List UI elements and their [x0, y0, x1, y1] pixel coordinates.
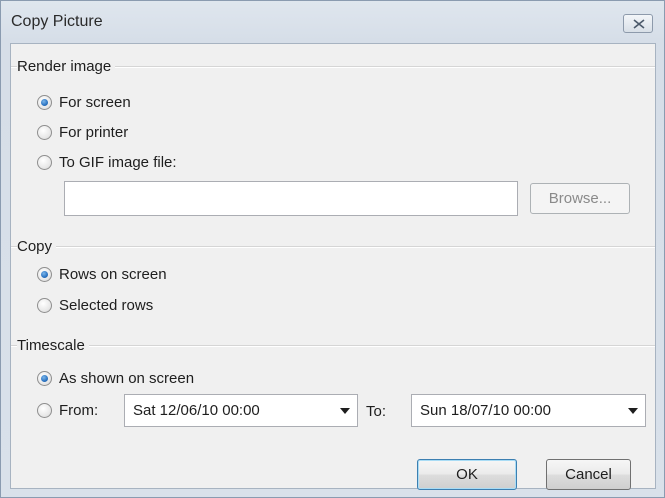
to-date-value: Sun 18/07/10 00:00: [420, 402, 551, 419]
timescale-group-label: Timescale: [17, 337, 89, 354]
as-shown-on-screen-option[interactable]: As shown on screen: [37, 368, 194, 388]
as-shown-on-screen-radio[interactable]: [37, 370, 52, 386]
selected-rows-label: Selected rows: [59, 296, 154, 314]
rows-on-screen-radio[interactable]: [37, 266, 52, 282]
copy-picture-dialog: Copy Picture Render image For screen For…: [0, 0, 665, 498]
dialog-body: Render image For screen For printer To G…: [10, 43, 656, 490]
gif-file-label: To GIF image file:: [59, 153, 177, 171]
as-shown-on-screen-label: As shown on screen: [59, 369, 195, 387]
close-button[interactable]: [623, 14, 653, 33]
chevron-down-icon[interactable]: [621, 407, 645, 414]
gif-file-option[interactable]: To GIF image file:: [37, 152, 177, 172]
selected-rows-radio[interactable]: [37, 297, 52, 313]
for-screen-label: For screen: [59, 93, 131, 111]
selected-rows-option[interactable]: Selected rows: [37, 295, 153, 315]
to-label: To:: [366, 403, 387, 420]
for-screen-option[interactable]: For screen: [37, 92, 131, 112]
from-date-select[interactable]: Sat 12/06/10 00:00: [124, 394, 358, 427]
timescale-divider: [11, 345, 655, 347]
browse-button[interactable]: Browse...: [530, 183, 630, 214]
from-label: From:: [59, 401, 99, 419]
rows-on-screen-label: Rows on screen: [59, 265, 167, 283]
for-screen-radio[interactable]: [37, 94, 52, 110]
copy-divider: [11, 246, 655, 248]
title-bar[interactable]: Copy Picture: [1, 1, 664, 43]
close-icon: [633, 19, 645, 29]
for-printer-label: For printer: [59, 123, 129, 141]
dialog-title: Copy Picture: [11, 13, 103, 30]
ok-button[interactable]: OK: [417, 459, 517, 490]
for-printer-option[interactable]: For printer: [37, 122, 128, 142]
from-date-value: Sat 12/06/10 00:00: [133, 402, 260, 419]
for-printer-radio[interactable]: [37, 124, 52, 140]
rows-on-screen-option[interactable]: Rows on screen: [37, 264, 167, 284]
copy-group-label: Copy: [17, 238, 57, 255]
gif-file-path-input[interactable]: [64, 181, 518, 216]
chevron-down-icon[interactable]: [333, 407, 357, 414]
to-date-select[interactable]: Sun 18/07/10 00:00: [411, 394, 646, 427]
gif-file-radio[interactable]: [37, 154, 52, 170]
cancel-button[interactable]: Cancel: [546, 459, 631, 490]
from-option[interactable]: From:: [37, 400, 98, 420]
from-radio[interactable]: [37, 402, 52, 418]
render-image-group-label: Render image: [17, 58, 116, 75]
